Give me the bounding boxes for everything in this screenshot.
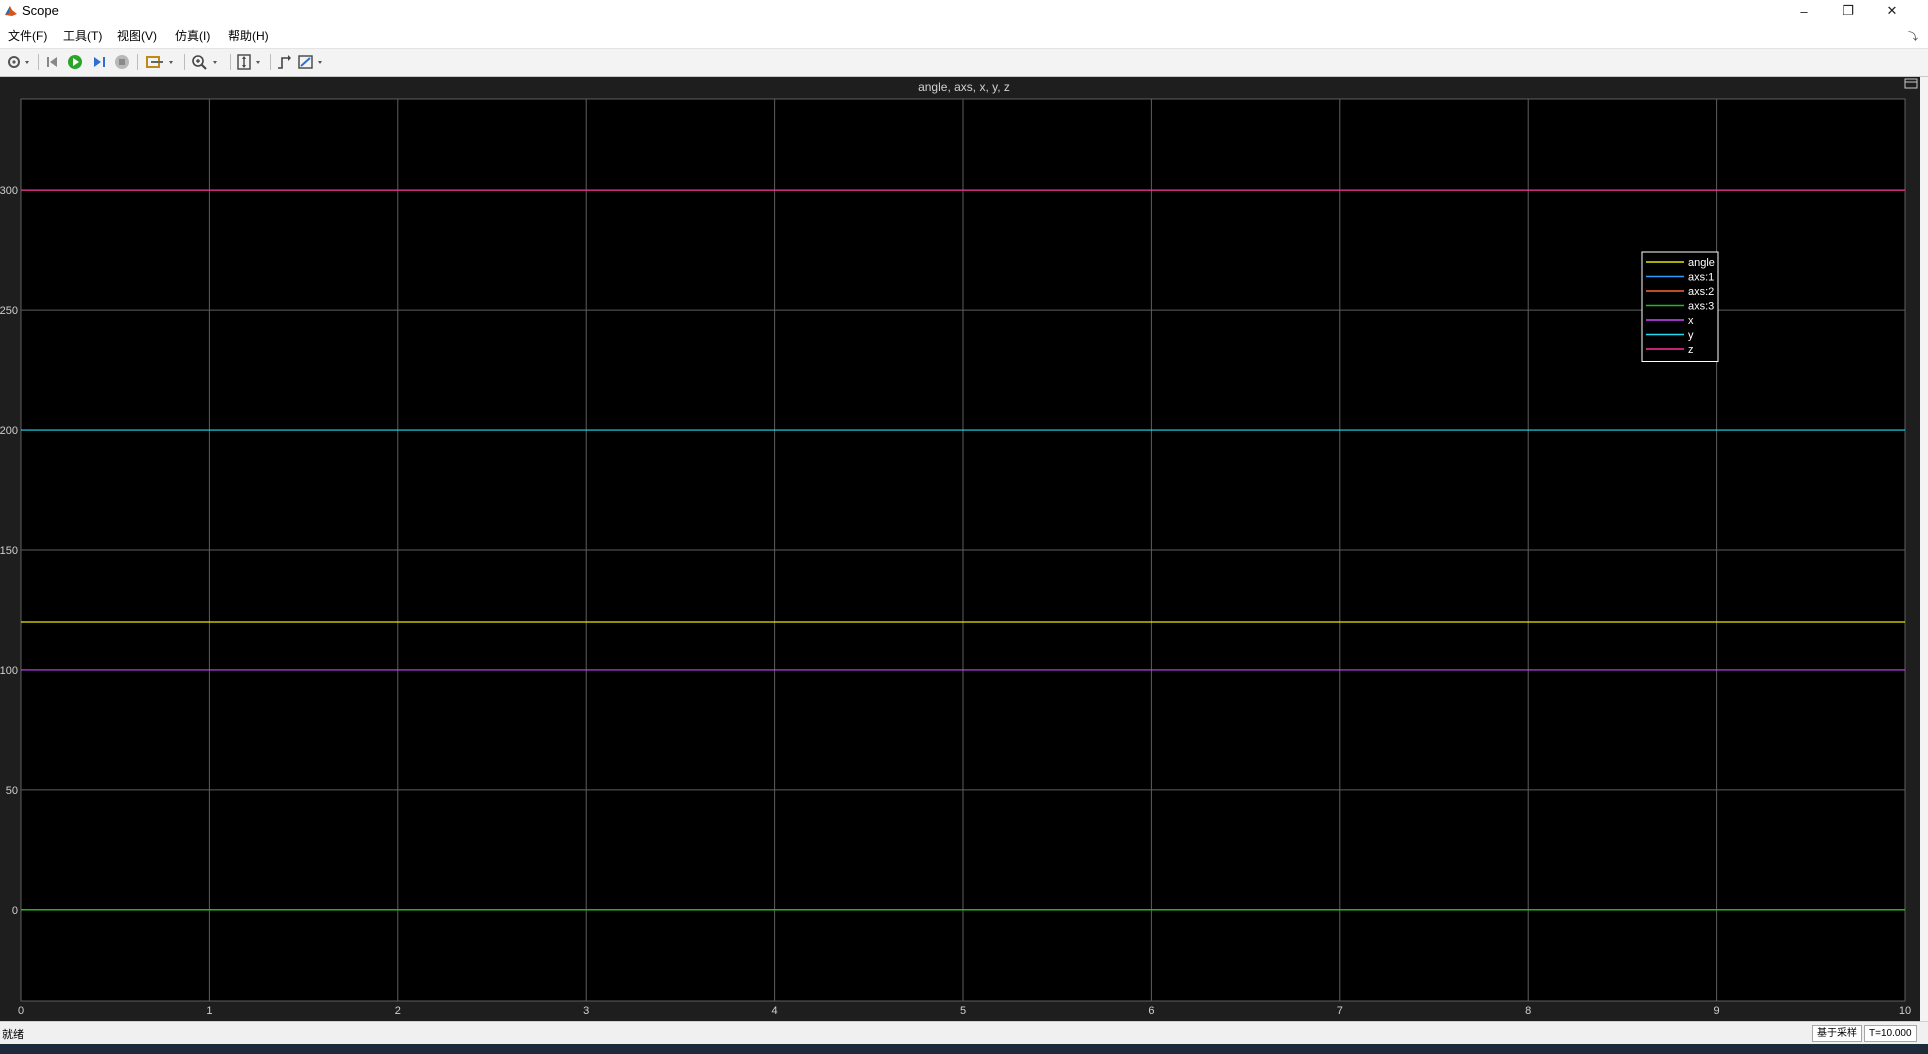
highlight-button[interactable] [144, 52, 178, 72]
x-tick-label: 3 [583, 1005, 589, 1017]
x-tick-label: 1 [206, 1005, 212, 1017]
legend-label: z [1688, 344, 1694, 356]
autoscale-button[interactable] [236, 52, 266, 72]
zoom-button[interactable] [190, 52, 224, 72]
x-tick-label: 8 [1525, 1005, 1531, 1017]
step-forward-button[interactable] [90, 52, 108, 72]
x-tick-label: 5 [960, 1005, 966, 1017]
step-back-button[interactable] [44, 52, 62, 72]
sim-time-indicator: T=10.000 [1864, 1025, 1917, 1042]
style-button[interactable] [297, 52, 329, 72]
style-icon [298, 55, 322, 69]
menu-bar: 文件(F) 工具(T) 视图(V) 仿真(I) 帮助(H) ⤵ [0, 22, 1928, 49]
legend-label: axs:1 [1688, 272, 1714, 284]
trigger-icon [278, 55, 291, 69]
undock-icon[interactable] [1904, 78, 1918, 89]
y-tick-label: 100 [0, 665, 18, 677]
x-tick-label: 0 [18, 1005, 24, 1017]
highlight-icon [146, 56, 173, 68]
x-tick-label: 6 [1148, 1005, 1154, 1017]
sample-mode-indicator: 基于采样 [1812, 1025, 1862, 1042]
y-tick-label: 300 [0, 185, 18, 197]
legend-label: y [1688, 330, 1694, 342]
status-bar: 就绪 基于采样 T=10.000 [0, 1021, 1928, 1044]
y-tick-label: 150 [0, 545, 18, 557]
y-tick-label: 200 [0, 425, 18, 437]
window-title: Scope [22, 3, 59, 18]
status-text: 就绪 [2, 1029, 24, 1041]
toolbar [0, 49, 1928, 77]
y-tick-label: 0 [12, 905, 18, 917]
taskbar [0, 1044, 1928, 1054]
gear-icon [8, 56, 29, 68]
legend[interactable]: angle axs:1 axs:2 axs:3 xyz [1641, 251, 1719, 362]
scope-plot[interactable]: angle, axs, x, y, z 0 1 2 3 4 5 6 7 8 9 1005010015… [0, 77, 1920, 1021]
plot-title: angle, axs, x, y, z [918, 80, 1010, 94]
collapse-menu-icon[interactable]: ⤵ [1908, 28, 1918, 43]
trigger-button[interactable] [275, 52, 293, 72]
stop-button[interactable] [113, 52, 131, 72]
legend-label: angle [1688, 257, 1715, 269]
menu-tools[interactable]: 工具(T) [63, 27, 102, 44]
menu-simulation[interactable]: 仿真(I) [175, 27, 210, 44]
run-icon [68, 55, 82, 69]
x-tick-label: 4 [772, 1005, 778, 1017]
settings-button[interactable] [4, 52, 34, 72]
minimize-button[interactable]: – [1782, 0, 1826, 22]
step-forward-icon [94, 57, 105, 67]
matlab-icon [5, 6, 17, 16]
restore-button[interactable]: ❐ [1826, 0, 1870, 22]
legend-label: axs:3 [1688, 301, 1714, 313]
legend-label: x [1688, 315, 1694, 327]
autoscale-icon [237, 54, 260, 70]
y-tick-label: 50 [6, 785, 18, 797]
menu-help[interactable]: 帮助(H) [228, 27, 269, 44]
side-panel-strip [1920, 77, 1928, 1021]
step-back-icon [47, 57, 57, 67]
title-bar: Scope – ❐ ✕ [0, 0, 1928, 22]
x-tick-label: 9 [1714, 1005, 1720, 1017]
scope-figure: angle, axs, x, y, z 0 1 2 3 4 5 6 7 8 9 10 0 50 100 15… [0, 77, 1920, 1021]
stop-icon [115, 55, 129, 69]
zoom-icon [192, 55, 217, 70]
x-tick-label: 2 [395, 1005, 401, 1017]
legend-label: axs:2 [1688, 286, 1714, 298]
y-tick-label: 250 [0, 305, 18, 317]
close-button[interactable]: ✕ [1870, 0, 1914, 22]
run-button[interactable] [66, 52, 84, 72]
menu-view[interactable]: 视图(V) [117, 27, 157, 44]
x-tick-label: 10 [1899, 1005, 1911, 1017]
menu-file[interactable]: 文件(F) [8, 27, 47, 44]
x-tick-label: 7 [1337, 1005, 1343, 1017]
